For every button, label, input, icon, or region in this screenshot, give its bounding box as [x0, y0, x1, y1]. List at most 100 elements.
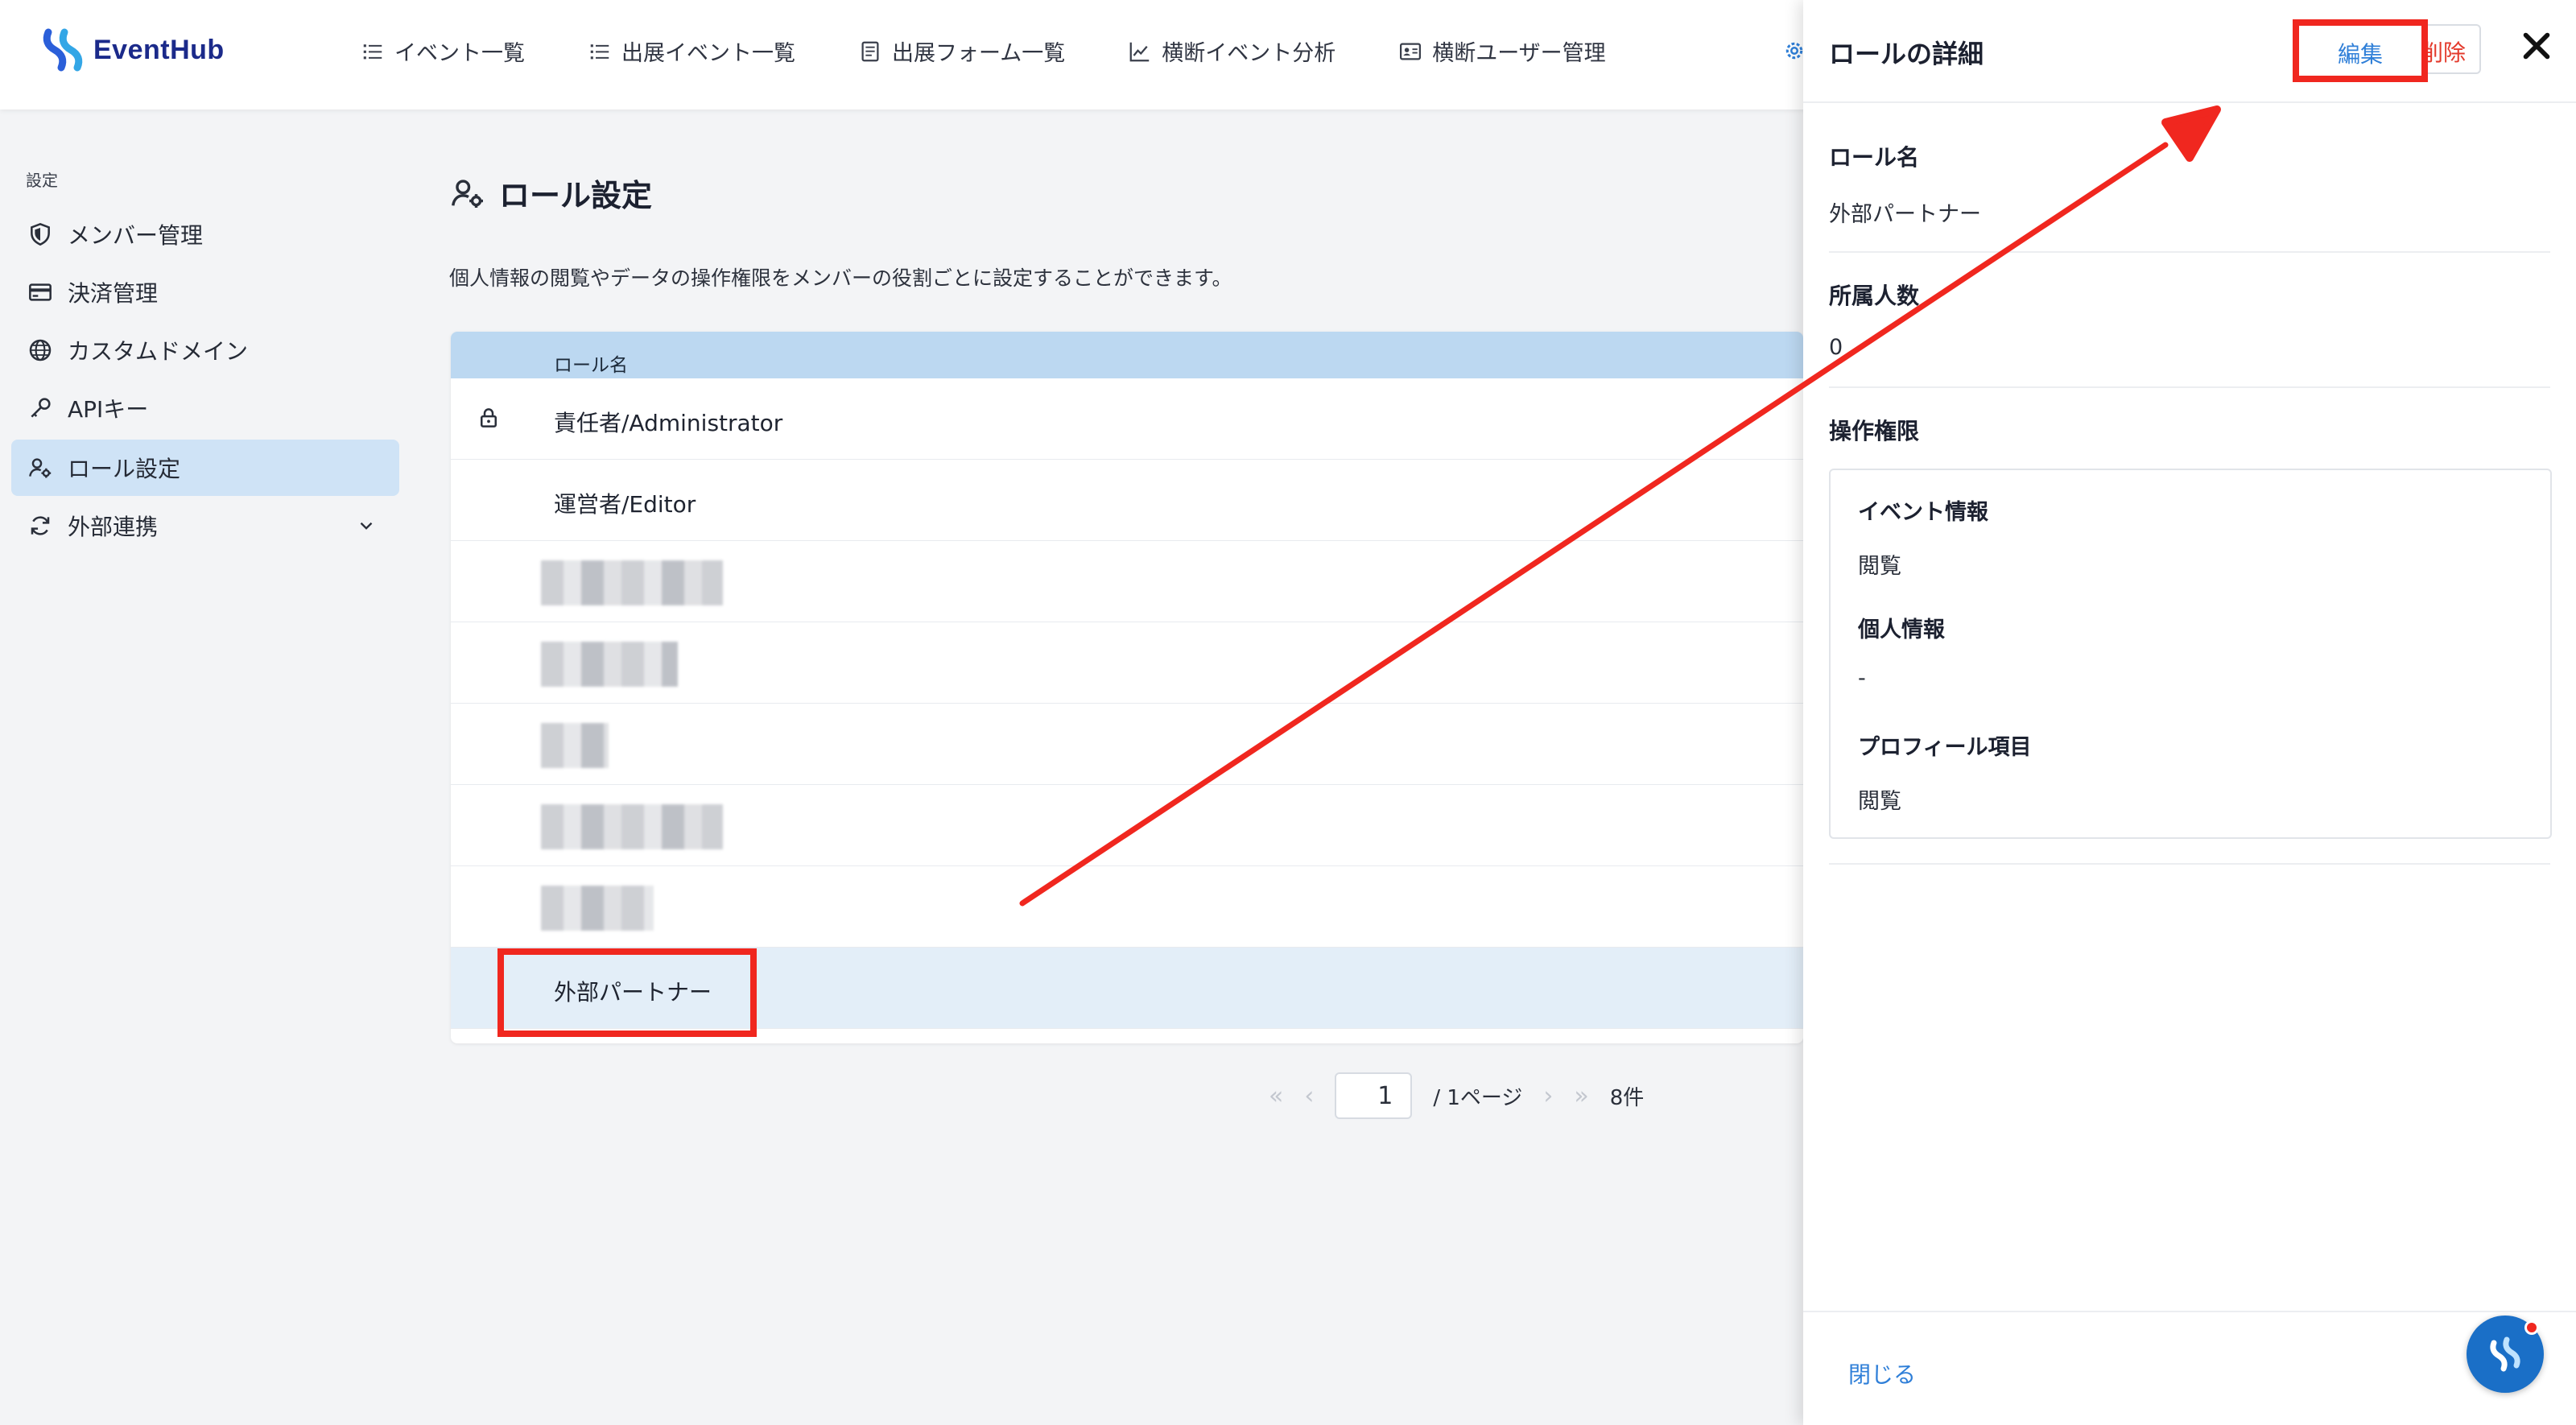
- id-card-icon: [1400, 43, 1422, 60]
- roles-table: ロール名 責任者/Administrator 運営者/Editor 外部パートナ…: [451, 332, 1803, 1043]
- drawer-header: ロールの詳細 削除 編集: [1803, 0, 2576, 103]
- drawer-title: ロールの詳細: [1829, 39, 1984, 69]
- chart-icon: [1129, 42, 1150, 61]
- app-name: EventHub: [93, 34, 225, 65]
- credit-card-icon: [29, 283, 52, 301]
- divider: [1829, 863, 2550, 865]
- item-count: 8件: [1609, 1085, 1645, 1110]
- sidebar-item-label: ロール設定: [68, 456, 181, 482]
- nav-label: 横断イベント分析: [1162, 41, 1336, 66]
- table-row[interactable]: 責任者/Administrator: [451, 378, 1803, 460]
- next-page-icon[interactable]: ›: [1543, 1082, 1553, 1110]
- nav-label: 横断ユーザー管理: [1432, 41, 1606, 66]
- sidebar-item-label: メンバー管理: [68, 222, 204, 249]
- role-detail-drawer: ロールの詳細 削除 編集 ロール名 外部パートナー 所属人数 0 操作権限 イベ…: [1803, 0, 2576, 1425]
- table-row[interactable]: [451, 622, 1803, 704]
- permission-item: イベント情報 閲覧: [1858, 494, 1988, 580]
- user-gear-icon: [452, 179, 483, 208]
- permission-item: プロフィール項目 閲覧: [1858, 729, 2031, 815]
- permission-label: 個人情報: [1858, 618, 1945, 642]
- form-icon: [861, 41, 879, 61]
- role-name-section: ロール名 外部パートナー: [1829, 140, 2550, 228]
- members-value: 0: [1829, 335, 1843, 360]
- table-row[interactable]: [451, 541, 1803, 622]
- sidebar-item-label: 決済管理: [68, 280, 159, 307]
- page-description: 個人情報の閲覧やデータの操作権限をメンバーの役割ごとに設定することができます。: [449, 266, 1232, 290]
- last-page-icon[interactable]: »: [1574, 1082, 1588, 1110]
- close-icon[interactable]: [2518, 27, 2555, 64]
- nav-item-events[interactable]: イベント一覧: [361, 35, 525, 67]
- chat-widget-button[interactable]: [2467, 1316, 2544, 1393]
- eventhub-logo-icon: [43, 28, 83, 72]
- main-nav: イベント一覧 出展イベント一覧 出展フォーム一覧 横断イベント分析 横断ユーザー…: [361, 35, 1669, 67]
- permission-label: プロフィール項目: [1858, 735, 2032, 760]
- sidebar-item-payments[interactable]: 決済管理: [11, 264, 399, 320]
- shield-icon: [31, 222, 50, 246]
- permission-item: 個人情報 -: [1858, 612, 1945, 691]
- table-row[interactable]: [451, 866, 1803, 948]
- nav-item-analytics[interactable]: 横断イベント分析: [1128, 35, 1335, 67]
- redacted-role-name: [541, 642, 678, 687]
- redacted-role-name: [541, 886, 654, 931]
- page-number-input[interactable]: 1: [1335, 1072, 1413, 1119]
- redacted-role-name: [541, 723, 609, 768]
- user-gear-icon: [29, 458, 52, 478]
- nav-label: 出展フォーム一覧: [892, 41, 1066, 66]
- role-name: 責任者/Administrator: [554, 410, 783, 436]
- nav-item-exhibit-forms[interactable]: 出展フォーム一覧: [858, 35, 1065, 67]
- table-row[interactable]: 運営者/Editor: [451, 460, 1803, 541]
- list-icon: [363, 43, 382, 59]
- notification-dot: [2524, 1320, 2539, 1335]
- permission-value: 閲覧: [1858, 554, 1901, 579]
- members-section: 所属人数 0: [1829, 279, 2550, 360]
- nav-item-exhibit-events[interactable]: 出展イベント一覧: [588, 35, 795, 67]
- redacted-role-name: [541, 804, 723, 849]
- sidebar: 設定 メンバー管理 決済管理 カスタムドメイン APIキー ロール設定 外部連携: [0, 109, 419, 1425]
- sidebar-item-label: カスタムドメイン: [68, 338, 249, 365]
- sidebar-item-roles[interactable]: ロール設定: [11, 440, 399, 496]
- close-button[interactable]: 閉じる: [1848, 1357, 1916, 1390]
- sidebar-item-custom-domain[interactable]: カスタムドメイン: [11, 322, 399, 378]
- permissions-card: イベント情報 閲覧 個人情報 - プロフィール項目 閲覧: [1829, 469, 2552, 839]
- sync-icon: [31, 516, 50, 535]
- permission-value: 閲覧: [1858, 789, 1901, 814]
- sidebar-item-members[interactable]: メンバー管理: [11, 206, 399, 262]
- drawer-footer: 閉じる: [1803, 1311, 2576, 1425]
- permissions-label: 操作権限: [1829, 418, 1920, 444]
- page-total: / 1ページ: [1433, 1085, 1523, 1110]
- nav-label: 出展イベント一覧: [621, 41, 795, 66]
- column-header-role-name: ロール名: [554, 355, 628, 376]
- first-page-icon[interactable]: «: [1269, 1082, 1283, 1110]
- table-header: ロール名: [451, 332, 1803, 378]
- members-label: 所属人数: [1829, 283, 1920, 309]
- app-logo[interactable]: EventHub: [42, 27, 225, 72]
- permissions-section: 操作権限: [1829, 414, 2550, 446]
- role-name: 運営者/Editor: [554, 491, 696, 518]
- lock-icon: [481, 408, 497, 428]
- divider: [1829, 386, 2550, 388]
- table-row[interactable]: [451, 704, 1803, 785]
- redacted-role-name: [541, 560, 723, 605]
- globe-icon: [29, 339, 52, 361]
- permission-value: -: [1858, 666, 1866, 691]
- nav-label: イベント一覧: [394, 41, 525, 66]
- list-icon: [590, 43, 609, 59]
- edit-button[interactable]: 編集: [2293, 19, 2428, 82]
- chevron-down-icon[interactable]: [356, 515, 377, 536]
- sidebar-item-label: APIキー: [68, 396, 149, 423]
- role-name-label: ロール名: [1829, 144, 1920, 171]
- page-title: ロール設定: [449, 171, 652, 215]
- pagination: « ‹ 1 / 1ページ › » 8件: [1269, 1072, 1644, 1119]
- prev-page-icon[interactable]: ‹: [1304, 1082, 1314, 1110]
- permission-label: イベント情報: [1858, 500, 1988, 525]
- nav-item-users[interactable]: 横断ユーザー管理: [1398, 35, 1606, 67]
- page-title-text: ロール設定: [499, 178, 653, 213]
- sidebar-item-api-key[interactable]: APIキー: [11, 380, 399, 436]
- highlight-box-selected-row: [497, 948, 757, 1037]
- key-icon: [31, 398, 51, 418]
- divider: [1829, 251, 2550, 253]
- sidebar-item-integrations[interactable]: 外部連携: [11, 498, 399, 554]
- table-row[interactable]: [451, 785, 1803, 866]
- sidebar-heading: 設定: [26, 171, 58, 190]
- sidebar-item-label: 外部連携: [68, 514, 159, 540]
